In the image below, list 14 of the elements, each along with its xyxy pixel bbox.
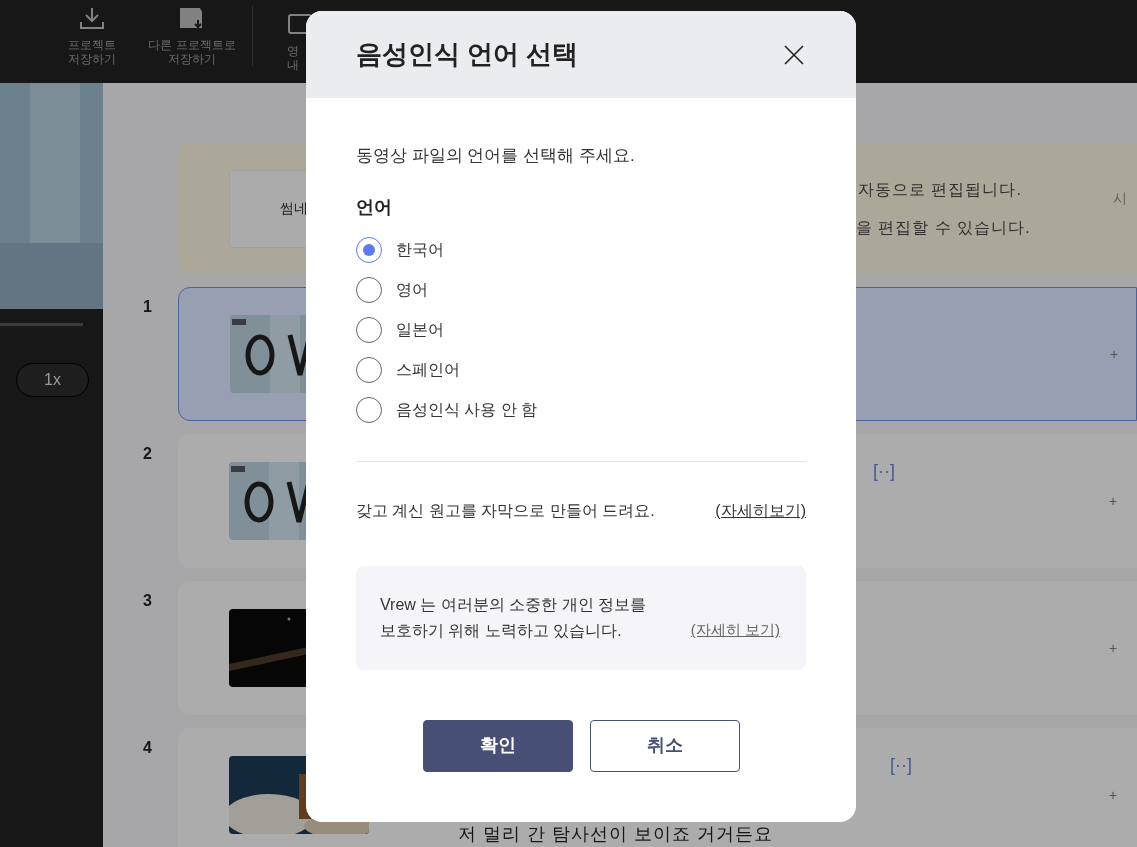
intro-text: 을 편집할 수 있습니다. [856,217,1032,238]
clip-number: 4 [142,738,153,758]
dialog-title: 음성인식 언어 선택 [356,38,579,71]
start-label: 시 [1113,189,1127,208]
script-note: 갖고 계신 원고를 자막으로 만들어 드려요. [356,500,655,521]
thumbnail-label: 썸네 [280,199,308,218]
clip-subtitle: 저 멀리 간 탐사선이 보이죠 거거든요 [458,824,773,844]
group-label: 언어 [356,195,393,219]
clip-number: 1 [142,297,153,317]
dialog-prompt: 동영상 파일의 언어를 선택해 주세요. [356,145,636,167]
clip-number: 3 [142,591,153,611]
intro-text: 자동으로 편집됩니다. [857,179,1023,200]
clip-number: 2 [142,444,153,464]
privacy-note: Vrew 는 여러분의 소중한 개인 정보를 보호하기 위해 노력하고 있습니다. [380,594,647,641]
